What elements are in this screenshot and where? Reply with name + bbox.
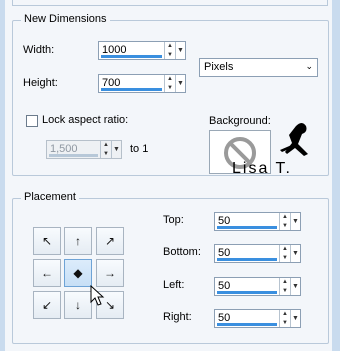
units-select[interactable]: Pixels ⌄ [199,58,318,77]
bottom-label: Bottom: [163,246,201,258]
aspect-ratio-stepper[interactable]: 1,500 ▲ ▼ ▼ [46,140,122,159]
mouse-cursor-icon [90,285,105,306]
anchor-bottom-button[interactable]: ↓ [64,291,92,319]
diamond-icon: ◆ [73,266,83,280]
anchor-center-button[interactable]: ◆ [64,259,92,287]
height-stepper[interactable]: 700 ▲ ▼ ▼ [98,74,186,93]
top-label: Top: [163,214,184,226]
lock-aspect-checkbox[interactable] [26,115,38,127]
top-dropdown-icon[interactable]: ▼ [290,213,300,230]
bottom-down-arrow-icon[interactable]: ▼ [280,254,290,263]
width-value[interactable]: 1000 [99,42,164,59]
top-down-arrow-icon[interactable]: ▼ [280,222,290,231]
arrow-up-icon: ↑ [75,234,81,248]
left-down-arrow-icon[interactable]: ▼ [280,287,290,296]
ratio-up-arrow-icon[interactable]: ▲ [101,141,111,150]
bottom-dropdown-icon[interactable]: ▼ [290,245,300,262]
anchor-top-left-button[interactable]: ↖ [33,227,61,255]
anchor-top-button[interactable]: ↑ [64,227,92,255]
watermark-text: Lisa T. [232,160,292,177]
height-dropdown-icon[interactable]: ▼ [175,75,185,92]
arrow-down-left-icon: ↙ [41,298,53,312]
left-value[interactable]: 50 [215,278,279,295]
width-stepper[interactable]: 1000 ▲ ▼ ▼ [98,41,186,60]
anchor-bottom-left-button[interactable]: ↙ [33,291,61,319]
width-label: Width: [23,44,55,56]
width-up-arrow-icon[interactable]: ▲ [165,42,175,51]
lock-aspect-label: Lock aspect ratio: [42,114,129,126]
anchor-left-button[interactable]: ← [33,259,61,287]
width-down-arrow-icon[interactable]: ▼ [165,51,175,60]
bottom-value[interactable]: 50 [215,245,279,262]
ratio-down-arrow-icon[interactable]: ▼ [101,150,111,159]
bottom-stepper[interactable]: 50 ▲ ▼ ▼ [214,244,301,263]
top-value[interactable]: 50 [215,213,279,230]
width-dropdown-icon[interactable]: ▼ [175,42,185,59]
right-label: Right: [163,311,192,323]
bottom-up-arrow-icon[interactable]: ▲ [280,245,290,254]
top-up-arrow-icon[interactable]: ▲ [280,213,290,222]
ratio-dropdown-icon[interactable]: ▼ [111,141,121,158]
right-stepper[interactable]: 50 ▲ ▼ ▼ [214,309,301,328]
arrow-down-right-icon: ↘ [104,298,116,312]
arrow-up-left-icon: ↖ [41,234,53,248]
top-stepper[interactable]: 50 ▲ ▼ ▼ [214,212,301,231]
right-up-arrow-icon[interactable]: ▲ [280,310,290,319]
arrow-left-icon: ← [41,266,53,280]
height-label: Height: [23,77,58,89]
anchor-top-right-button[interactable]: ↗ [96,227,124,255]
left-label: Left: [163,279,185,291]
right-down-arrow-icon[interactable]: ▼ [280,319,290,328]
left-stepper[interactable]: 50 ▲ ▼ ▼ [214,277,301,296]
chevron-down-icon: ⌄ [305,61,313,71]
new-dimensions-title: New Dimensions [21,13,110,25]
right-value[interactable]: 50 [215,310,279,327]
left-up-arrow-icon[interactable]: ▲ [280,278,290,287]
right-dropdown-icon[interactable]: ▼ [290,310,300,327]
arrow-right-icon: → [104,266,116,280]
units-value: Pixels [204,61,234,73]
anchor-right-button[interactable]: → [96,259,124,287]
ratio-suffix: to 1 [130,143,149,155]
aspect-ratio-value[interactable]: 1,500 [47,141,100,158]
arrow-up-right-icon: ↗ [104,234,116,248]
placement-title: Placement [21,191,79,203]
arrow-down-icon: ↓ [75,298,81,312]
height-value[interactable]: 700 [99,75,164,92]
top-edge-strip [12,0,328,6]
height-up-arrow-icon[interactable]: ▲ [165,75,175,84]
height-down-arrow-icon[interactable]: ▼ [165,84,175,93]
left-dropdown-icon[interactable]: ▼ [290,278,300,295]
